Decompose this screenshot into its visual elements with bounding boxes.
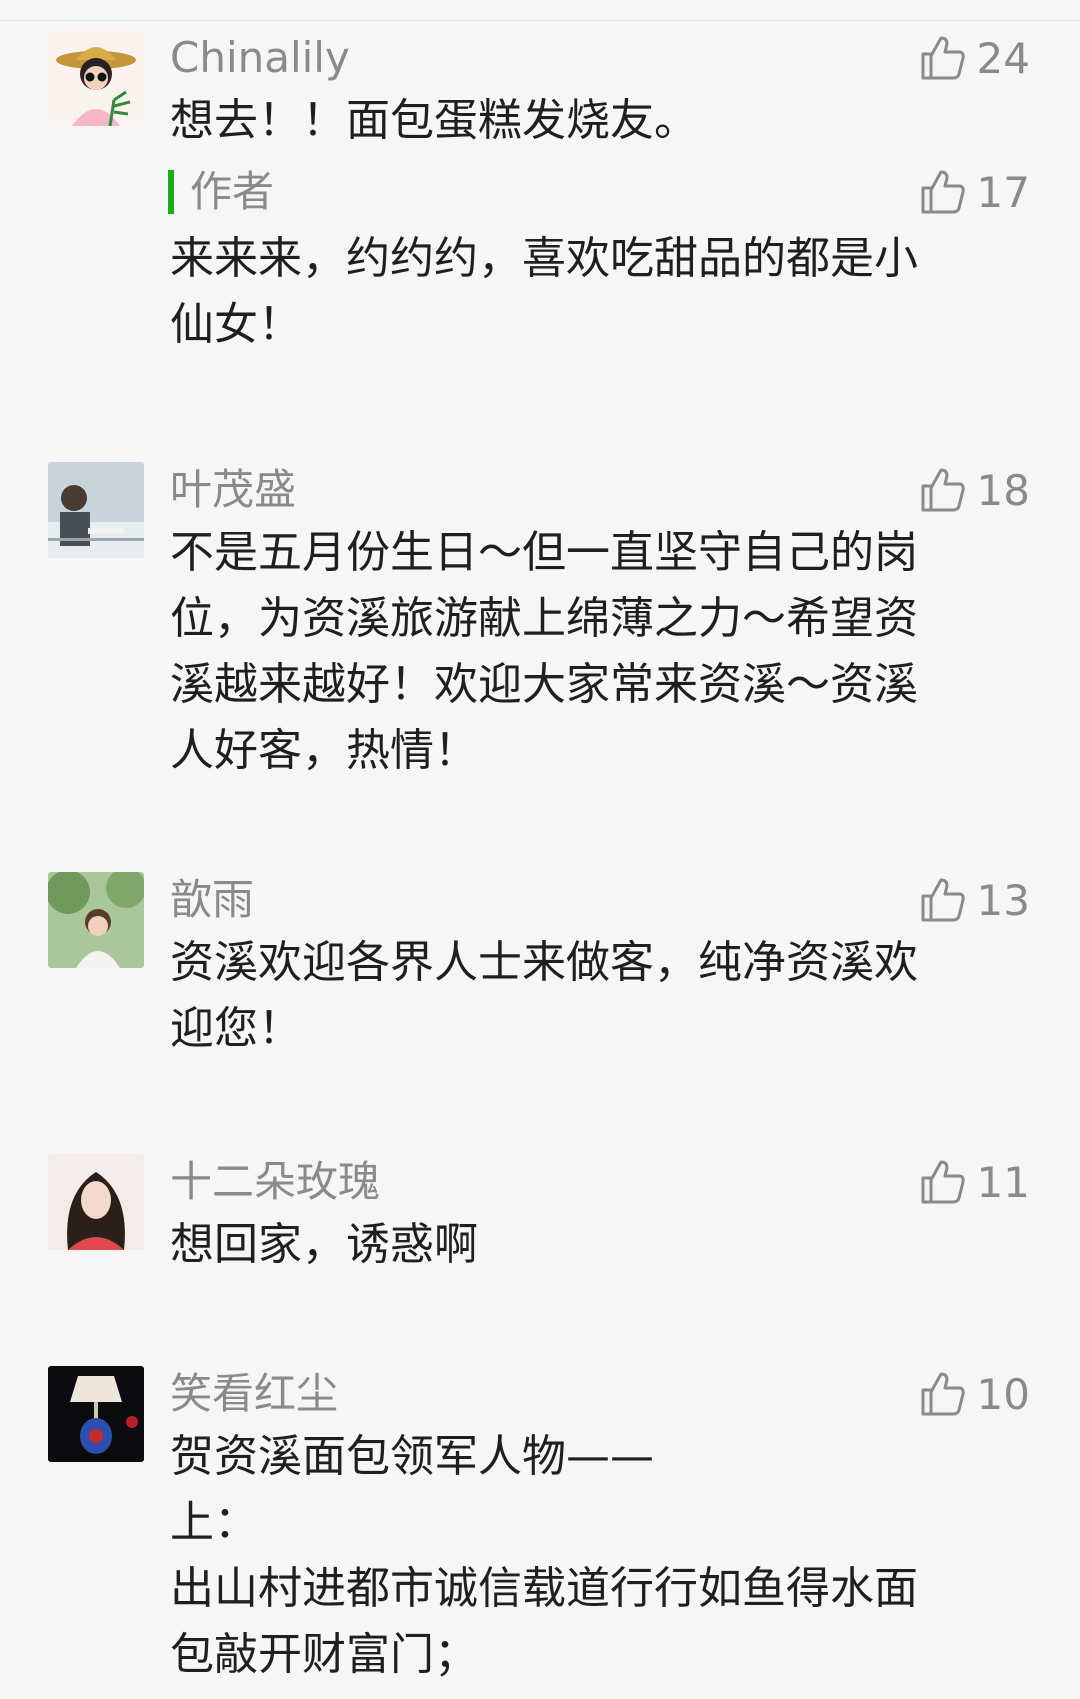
avatar[interactable]: [48, 30, 144, 126]
like-button[interactable]: 24: [919, 30, 1030, 86]
like-count: 13: [976, 875, 1030, 925]
thumbs-up-icon: [919, 876, 967, 924]
like-button[interactable]: 10: [919, 1366, 1030, 1422]
avatar[interactable]: [48, 462, 144, 558]
like-button[interactable]: 17: [919, 164, 1030, 220]
like-count: 18: [976, 465, 1030, 515]
thumbs-up-icon: [919, 34, 967, 82]
author-reply-header: 作者: [168, 164, 274, 220]
commenter-name[interactable]: Chinalily: [170, 30, 350, 86]
comment-text: 想去！！面包蛋糕发烧友。: [170, 95, 698, 146]
thumbs-up-icon: [919, 1158, 967, 1206]
commenter-name[interactable]: 十二朵玫瑰: [170, 1154, 380, 1210]
thumbs-up-icon: [919, 466, 967, 514]
avatar[interactable]: [48, 1366, 144, 1462]
thumbs-up-icon: [919, 168, 967, 216]
like-count: 11: [976, 1157, 1030, 1207]
commenter-name[interactable]: 叶茂盛: [170, 462, 296, 518]
comment-text: 想回家，诱惑啊: [170, 1219, 478, 1270]
author-label: 作者: [190, 167, 275, 216]
comment-text: 不是五月份生日～但一直坚守自己的岗 位，为资溪旅游献上绵薄之力～希望资 溪越来越…: [170, 527, 918, 776]
commenter-name[interactable]: 笑看红尘: [170, 1366, 338, 1422]
commenter-name[interactable]: 歆雨: [170, 872, 254, 928]
like-button[interactable]: 13: [919, 872, 1030, 928]
author-accent-bar: [168, 170, 174, 214]
like-count: 17: [976, 167, 1030, 217]
like-button[interactable]: 18: [919, 462, 1030, 518]
top-divider: [0, 20, 1080, 21]
like-button[interactable]: 11: [919, 1154, 1030, 1210]
avatar[interactable]: [48, 872, 144, 968]
avatar[interactable]: [48, 1154, 144, 1250]
thumbs-up-icon: [919, 1370, 967, 1418]
comment-text: 贺资溪面包领军人物—— 上： 出山村进都市诚信载道行行如鱼得水面 包敲开财富门；: [170, 1431, 918, 1680]
author-reply-text: 来来来，约约约，喜欢吃甜品的都是小 仙女！: [170, 233, 918, 350]
like-count: 24: [976, 33, 1030, 83]
comment-text: 资溪欢迎各界人士来做客，纯净资溪欢 迎您！: [170, 937, 918, 1054]
like-count: 10: [976, 1369, 1030, 1419]
